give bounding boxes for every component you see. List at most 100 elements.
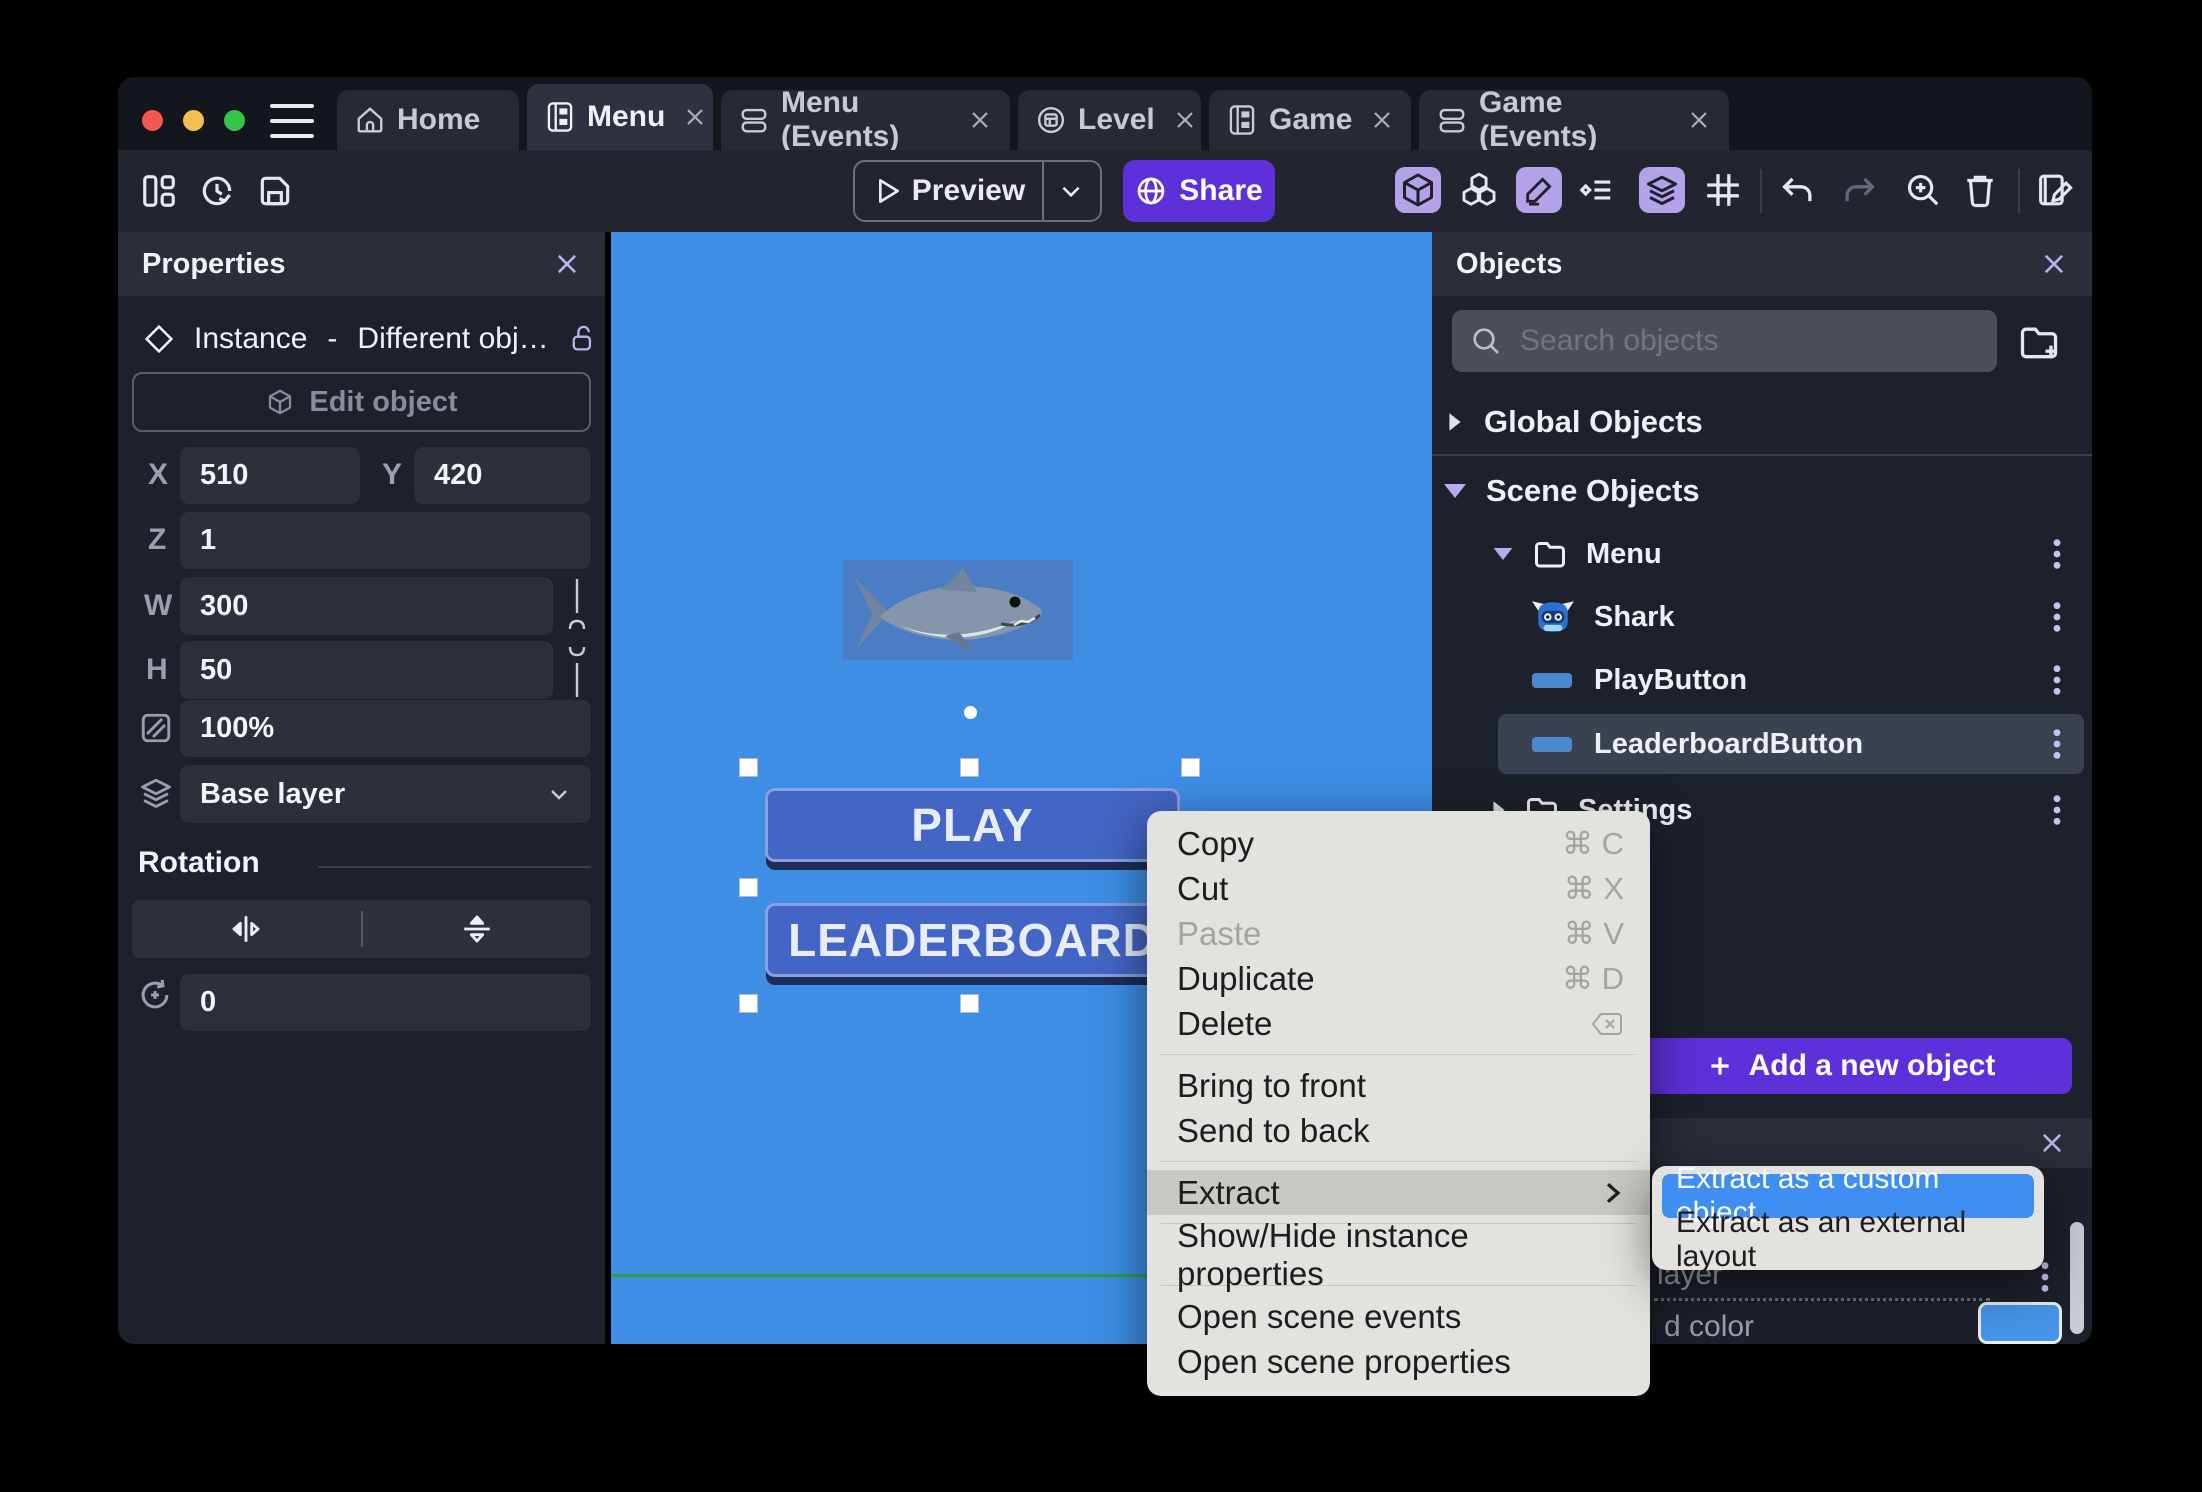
instance-type-label: Instance — [194, 322, 308, 355]
share-label: Share — [1179, 174, 1263, 207]
events-icon — [1437, 105, 1467, 135]
menu-item-send-to-back[interactable]: Send to back — [1147, 1108, 1650, 1153]
menu-item-duplicate[interactable]: Duplicate ⌘ D — [1147, 956, 1650, 1001]
window-zoom-button[interactable] — [224, 110, 245, 131]
w-input[interactable]: 300 — [180, 577, 553, 635]
selection-handle[interactable] — [960, 994, 979, 1013]
menu-item-paste[interactable]: Paste ⌘ V — [1147, 911, 1650, 956]
tab-menu[interactable]: Menu — [527, 84, 713, 150]
kebab-menu-icon[interactable] — [2052, 793, 2062, 827]
shark-sprite[interactable] — [843, 560, 1073, 660]
close-icon[interactable] — [1173, 108, 1197, 132]
selection-handle[interactable] — [739, 758, 758, 777]
scrollbar-thumb[interactable] — [2070, 1222, 2084, 1334]
close-icon[interactable] — [1370, 108, 1394, 132]
global-objects-section[interactable]: Global Objects — [1448, 398, 2076, 446]
opacity-input[interactable]: 100% — [180, 700, 591, 757]
collapse-arrow-icon[interactable] — [1449, 413, 1461, 431]
selection-handle[interactable] — [960, 758, 979, 777]
kebab-menu-icon[interactable] — [2052, 600, 2062, 634]
properties-panel-toggle[interactable] — [1516, 167, 1562, 213]
zoom-in-icon[interactable] — [1904, 171, 1942, 209]
edit-object-button[interactable]: Edit object — [132, 372, 591, 432]
tab-home[interactable]: Home — [337, 90, 519, 150]
preview-button[interactable]: Preview — [853, 160, 1102, 222]
layer-select[interactable]: Base layer — [180, 765, 591, 823]
add-new-object-button[interactable]: Add a new object — [1630, 1038, 2072, 1094]
window-minimize-button[interactable] — [183, 110, 204, 131]
z-input[interactable]: 1 — [180, 512, 591, 569]
version-history-icon[interactable] — [198, 172, 236, 210]
dotted-underline — [1654, 1298, 1990, 1301]
close-icon[interactable] — [2038, 1129, 2066, 1157]
undo-icon[interactable] — [1779, 171, 1817, 209]
tab-menu-events[interactable]: Menu (Events) — [721, 86, 1010, 153]
trash-icon[interactable] — [1961, 171, 1999, 209]
play-button-instance[interactable]: PLAY — [765, 788, 1180, 862]
edit-scene-properties-icon[interactable] — [2036, 171, 2076, 209]
objects-title: Objects — [1456, 247, 1563, 280]
selection-handle[interactable] — [1181, 758, 1200, 777]
close-icon[interactable] — [2040, 250, 2068, 278]
selection-handle[interactable] — [739, 878, 758, 897]
tree-item-shark[interactable]: Shark — [1532, 588, 2076, 646]
submenu-item-extract-external-layout[interactable]: Extract as an external layout — [1662, 1206, 2034, 1273]
selection-handle[interactable] — [739, 994, 758, 1013]
scene-objects-section[interactable]: Scene Objects — [1444, 466, 2076, 516]
close-icon[interactable] — [968, 108, 992, 132]
menu-item-delete[interactable]: Delete — [1147, 1001, 1650, 1046]
expand-arrow-icon[interactable] — [1493, 548, 1513, 560]
angle-input[interactable]: 0 — [180, 974, 591, 1031]
h-input[interactable]: 50 — [180, 641, 553, 699]
menu-item-copy[interactable]: Copy ⌘ C — [1147, 821, 1650, 866]
selection-rotate-handle[interactable] — [964, 706, 977, 719]
tree-item-leaderboardbutton[interactable]: LeaderboardButton — [1532, 716, 2076, 772]
tab-game-events[interactable]: Game (Events) — [1419, 86, 1729, 153]
search-input[interactable] — [1518, 323, 1979, 359]
x-input[interactable]: 510 — [180, 447, 360, 504]
tree-folder-menu[interactable]: Menu — [1492, 526, 2076, 582]
expand-arrow-icon[interactable] — [1444, 484, 1466, 498]
tree-item-playbutton[interactable]: PlayButton — [1532, 652, 2076, 708]
search-box[interactable] — [1452, 310, 1997, 372]
close-icon[interactable] — [683, 105, 707, 129]
tab-game[interactable]: Game — [1209, 90, 1411, 150]
grid-icon[interactable] — [1703, 170, 1743, 210]
menu-item-open-scene-properties[interactable]: Open scene properties — [1147, 1339, 1650, 1384]
flip-horizontal-button[interactable] — [132, 912, 361, 946]
color-swatch[interactable] — [1978, 1302, 2062, 1344]
flip-vertical-button[interactable] — [363, 912, 592, 946]
window-close-button[interactable] — [142, 110, 163, 131]
cube-icon — [1400, 172, 1436, 208]
button-object-icon — [1532, 736, 1572, 752]
tab-level[interactable]: Level — [1018, 90, 1201, 150]
menu-item-cut[interactable]: Cut ⌘ X — [1147, 866, 1650, 911]
menu-item-open-scene-events[interactable]: Open scene events — [1147, 1294, 1650, 1339]
tab-label: Game — [1269, 103, 1353, 136]
close-icon[interactable] — [1687, 108, 1711, 132]
close-icon[interactable] — [553, 250, 581, 278]
chevron-down-icon[interactable] — [1046, 178, 1084, 204]
instances-list-toggle[interactable] — [1456, 167, 1502, 213]
y-input[interactable]: 420 — [414, 447, 591, 504]
kebab-menu-icon[interactable] — [2040, 1260, 2050, 1294]
add-folder-icon[interactable] — [2017, 320, 2061, 364]
layers-panel-toggle[interactable] — [1639, 167, 1685, 213]
menu-item-bring-to-front[interactable]: Bring to front — [1147, 1063, 1650, 1108]
save-icon[interactable] — [256, 172, 294, 210]
tab-label: Game (Events) — [1479, 86, 1598, 153]
menu-item-extract[interactable]: Extract — [1147, 1170, 1650, 1215]
objects-panel-toggle[interactable] — [1395, 167, 1441, 213]
kebab-menu-icon[interactable] — [2052, 537, 2062, 571]
share-button[interactable]: Share — [1123, 160, 1275, 222]
kebab-menu-icon[interactable] — [2052, 727, 2062, 761]
redo-icon[interactable] — [1840, 171, 1878, 209]
leaderboard-button-instance[interactable]: LEADERBOARD — [765, 903, 1180, 977]
menu-item-show-hide-instance-properties[interactable]: Show/Hide instance properties — [1147, 1217, 1650, 1292]
instances-toggle[interactable] — [1573, 167, 1619, 213]
kebab-menu-icon[interactable] — [2052, 663, 2062, 697]
link-width-height-icon[interactable] — [562, 577, 592, 699]
lock-open-icon[interactable] — [569, 324, 597, 354]
panels-layout-icon[interactable] — [140, 172, 178, 210]
hamburger-menu-icon[interactable] — [270, 104, 314, 138]
